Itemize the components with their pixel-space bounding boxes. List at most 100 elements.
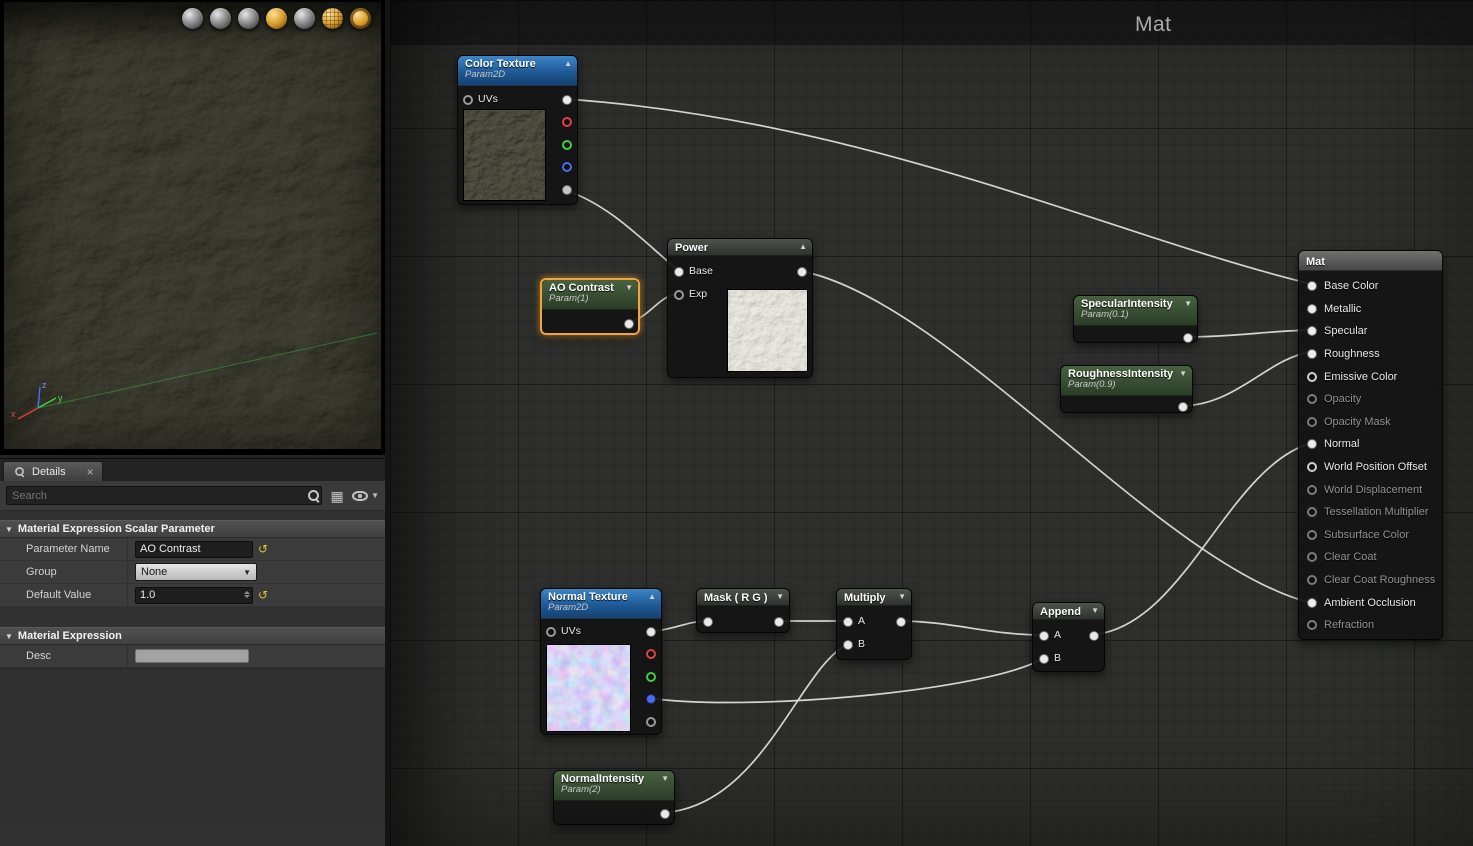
node-ao-contrast[interactable]: AO Contrast Param(1) ▼: [540, 278, 640, 335]
collapse-arrow-icon[interactable]: ▼: [625, 283, 633, 292]
tab-details[interactable]: Details ×: [3, 461, 103, 481]
node-color-texture[interactable]: Color Texture Param2D ▲ UVs: [457, 55, 578, 205]
mat-pin-world-displacement[interactable]: World Displacement: [1299, 478, 1442, 501]
category-scalar-parameter[interactable]: ▼ Material Expression Scalar Parameter: [0, 520, 385, 538]
visibility-filter-button[interactable]: ▼: [352, 490, 379, 501]
mat-pin-base-color[interactable]: Base Color: [1299, 275, 1442, 298]
axis-z-label: z: [42, 380, 47, 390]
collapse-arrow-icon[interactable]: ▼: [1184, 299, 1192, 308]
pin-icon: [1307, 462, 1317, 473]
pin-a-input[interactable]: [1039, 631, 1049, 641]
pin-output[interactable]: [896, 617, 906, 627]
mat-pin-metallic[interactable]: Metallic: [1299, 298, 1442, 321]
node-roughness-intensity[interactable]: RoughnessIntensity Param(0.9) ▼: [1060, 365, 1193, 413]
pin-a-output[interactable]: [562, 185, 572, 195]
wire[interactable]: [648, 657, 1045, 704]
reset-to-default-icon[interactable]: ↺: [258, 589, 268, 601]
node-power[interactable]: Power ▲ Base Exp: [667, 238, 813, 378]
pin-uvs-input[interactable]: [546, 627, 556, 637]
pin-b-output[interactable]: [562, 162, 572, 172]
node-specular-intensity[interactable]: SpecularIntensity Param(0.1) ▼: [1073, 295, 1198, 343]
close-icon[interactable]: ×: [87, 466, 94, 478]
spinner-arrows-icon[interactable]: [244, 590, 250, 598]
preview-shape-teapot-icon[interactable]: [293, 7, 316, 30]
parameter-name-field[interactable]: [135, 540, 253, 558]
node-normal-intensity[interactable]: NormalIntensity Param(2) ▼: [553, 770, 675, 825]
node-append[interactable]: Append ▼ A B: [1032, 602, 1105, 672]
pin-r-output[interactable]: [562, 117, 572, 127]
row-default-value: Default Value ↺: [0, 584, 385, 607]
preview-shape-plane-icon[interactable]: [237, 7, 260, 30]
default-value-field[interactable]: [135, 586, 253, 604]
node-multiply[interactable]: Multiply ▼ A B: [836, 588, 912, 660]
pin-uvs-input[interactable]: [463, 95, 473, 105]
pin-g-output[interactable]: [646, 672, 656, 682]
collapse-arrow-icon[interactable]: ▼: [776, 592, 784, 601]
category-material-expression[interactable]: ▼ Material Expression: [0, 627, 385, 645]
pin-a-input[interactable]: [843, 617, 853, 627]
wire[interactable]: [800, 270, 1312, 604]
collapse-arrow-icon[interactable]: ▲: [648, 592, 656, 601]
node-normal-texture[interactable]: Normal Texture Param2D ▲ UVs: [540, 588, 662, 735]
collapse-arrow-icon[interactable]: ▼: [1179, 369, 1187, 378]
mat-pin-specular[interactable]: Specular: [1299, 320, 1442, 343]
material-preview-viewport[interactable]: x y z: [0, 0, 385, 455]
pin-output[interactable]: [774, 617, 784, 627]
pin-output[interactable]: [1178, 402, 1188, 412]
mat-pin-subsurface-color[interactable]: Subsurface Color: [1299, 524, 1442, 547]
preview-shape-cube-icon[interactable]: [265, 7, 288, 30]
mat-pin-world-position-offset[interactable]: World Position Offset: [1299, 456, 1442, 479]
search-input[interactable]: [7, 489, 307, 502]
collapse-arrow-icon[interactable]: ▲: [799, 242, 807, 251]
node-mask-rg[interactable]: Mask ( R G ) ▼: [696, 588, 790, 633]
wire[interactable]: [658, 643, 849, 814]
pin-a-output[interactable]: [646, 717, 656, 727]
mat-pin-clear-coat[interactable]: Clear Coat: [1299, 546, 1442, 569]
pin-output[interactable]: [624, 319, 634, 329]
pin-rgb-output[interactable]: [646, 627, 656, 637]
pin-b-input[interactable]: [843, 640, 853, 650]
wire[interactable]: [1182, 351, 1312, 407]
node-mat-result[interactable]: Mat Base Color Metallic Specular Roughne…: [1298, 250, 1443, 640]
pin-input[interactable]: [703, 617, 713, 627]
collapse-arrow-icon[interactable]: ▼: [1091, 606, 1099, 615]
pin-output[interactable]: [1183, 333, 1193, 343]
desc-field[interactable]: [135, 649, 249, 663]
collapse-arrow-icon[interactable]: ▲: [564, 59, 572, 68]
wire[interactable]: [1090, 442, 1312, 636]
wire[interactable]: [897, 620, 1045, 636]
wire[interactable]: [564, 189, 680, 272]
collapse-arrow-icon[interactable]: ▼: [661, 774, 669, 783]
mat-pin-clear-coat-roughness[interactable]: Clear Coat Roughness: [1299, 569, 1442, 592]
pin-r-output[interactable]: [646, 649, 656, 659]
collapse-arrow-icon[interactable]: ▼: [898, 592, 906, 601]
pin-g-output[interactable]: [562, 140, 572, 150]
preview-realtime-toggle-icon[interactable]: [349, 7, 372, 30]
mat-pin-opacity[interactable]: Opacity: [1299, 388, 1442, 411]
mat-pin-opacity-mask[interactable]: Opacity Mask: [1299, 411, 1442, 434]
search-icon[interactable]: [306, 488, 321, 503]
pin-output[interactable]: [660, 809, 670, 819]
mat-pin-normal[interactable]: Normal: [1299, 433, 1442, 456]
preview-shape-sphere-icon[interactable]: [209, 7, 232, 30]
pin-output[interactable]: [1089, 631, 1099, 641]
preview-shape-cylinder-icon[interactable]: [181, 7, 204, 30]
mat-pin-emissive-color[interactable]: Emissive Color: [1299, 365, 1442, 388]
pin-output[interactable]: [797, 267, 807, 277]
pin-b-input[interactable]: [1039, 654, 1049, 664]
mat-pin-ambient-occlusion[interactable]: Ambient Occlusion: [1299, 591, 1442, 614]
group-dropdown[interactable]: None ▼: [135, 563, 257, 581]
mat-pin-roughness[interactable]: Roughness: [1299, 343, 1442, 366]
pin-rgb-output[interactable]: [562, 95, 572, 105]
mat-pin-refraction[interactable]: Refraction: [1299, 614, 1442, 637]
details-spacer: [0, 607, 385, 627]
reset-to-default-icon[interactable]: ↺: [258, 543, 268, 555]
graph-canvas[interactable]: Mat Color Texture Param2D ▲ UVs AO Contr…: [390, 0, 1473, 846]
pin-base-input[interactable]: [674, 267, 684, 277]
wire[interactable]: [1184, 329, 1312, 338]
preview-grid-toggle-icon[interactable]: [321, 7, 344, 30]
pin-exp-input[interactable]: [674, 290, 684, 300]
view-options-grid-icon[interactable]: ▦: [327, 487, 347, 505]
pin-b-output[interactable]: [646, 694, 656, 704]
mat-pin-tessellation-multiplier[interactable]: Tessellation Multiplier: [1299, 501, 1442, 524]
